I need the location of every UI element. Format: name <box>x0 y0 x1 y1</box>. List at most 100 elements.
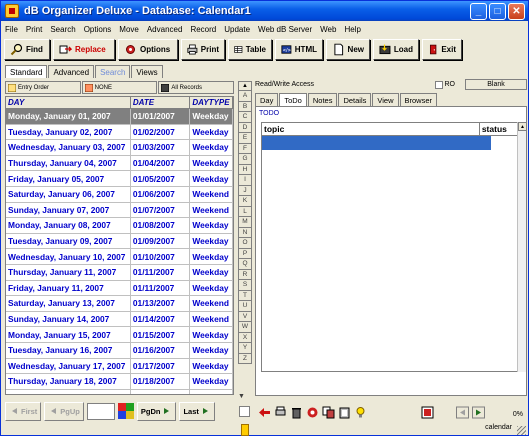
table-row[interactable]: Friday, January 11, 2007 01/11/2007 Weekda… <box>6 280 233 297</box>
table-row[interactable]: Monday, January 01, 2007 01/01/2007 Weekda… <box>6 109 233 125</box>
exit-button[interactable]: Exit <box>422 39 462 60</box>
todo-scrollbar[interactable]: ▲ <box>517 122 527 372</box>
table-row[interactable]: Wednesday, January 17, 2007 01/17/2007 Wee… <box>6 358 233 375</box>
back-arrow-icon[interactable] <box>258 406 271 419</box>
alpha-letter-u[interactable]: U <box>238 301 252 312</box>
tab-view[interactable]: View <box>372 93 399 106</box>
print-icon[interactable] <box>274 406 287 419</box>
alpha-scroll-up[interactable]: ▲ <box>238 81 252 91</box>
bookmark-icon[interactable] <box>241 424 249 436</box>
menu-web-db-server[interactable]: Web dB Server <box>254 25 316 34</box>
alpha-scroll-down-icon[interactable]: ▼ <box>238 393 250 401</box>
alpha-letter-r[interactable]: R <box>238 269 252 280</box>
report-icon[interactable] <box>421 406 434 419</box>
replace-button[interactable]: Replace <box>53 39 115 60</box>
table-button[interactable]: Table <box>228 39 272 60</box>
column-header-daytype[interactable]: DAYTYPE <box>190 97 233 108</box>
table-row[interactable]: Wednesday, January 03, 2007 01/03/2007 Wee… <box>6 140 233 156</box>
table-row[interactable]: Tuesday, January 09, 2007 01/09/2007 Weekd… <box>6 233 233 250</box>
menu-record[interactable]: Record <box>186 25 220 34</box>
table-row[interactable]: Friday, January 19, 200701/19/2007Weekda… <box>6 389 233 394</box>
prev-record-icon[interactable] <box>456 406 469 419</box>
alpha-letter-p[interactable]: P <box>238 248 252 259</box>
menu-search[interactable]: Search <box>46 25 79 34</box>
tab-standard[interactable]: Standard <box>5 65 48 78</box>
alpha-letter-f[interactable]: F <box>238 143 252 154</box>
colors-icon[interactable] <box>117 403 134 419</box>
menu-move[interactable]: Move <box>115 25 143 34</box>
alpha-letter-y[interactable]: Y <box>238 343 252 354</box>
tab-details[interactable]: Details <box>338 93 372 106</box>
menu-web[interactable]: Web <box>316 25 340 34</box>
next-record-icon[interactable] <box>472 406 485 419</box>
alpha-letter-m[interactable]: M <box>238 217 252 228</box>
menu-help[interactable]: Help <box>340 25 364 34</box>
alpha-letter-s[interactable]: S <box>238 280 252 291</box>
alpha-letter-e[interactable]: E <box>238 133 252 144</box>
alpha-letter-d[interactable]: D <box>238 122 252 133</box>
alpha-letter-h[interactable]: H <box>238 164 252 175</box>
record-jump-input[interactable] <box>86 402 115 420</box>
resize-grip[interactable] <box>517 426 526 435</box>
table-row[interactable]: Thursday, January 18, 2007 01/18/2007 Week… <box>6 374 233 390</box>
column-header-date[interactable]: DATE <box>131 97 191 108</box>
ro-checkbox[interactable] <box>434 80 443 89</box>
last-button[interactable]: Last <box>179 401 215 421</box>
first-button[interactable]: First <box>5 401 42 421</box>
table-row[interactable]: Monday, January 08, 2007 01/08/2007 Weekda… <box>6 218 233 234</box>
menu-file[interactable]: File <box>1 25 22 34</box>
options-button[interactable]: Options <box>118 39 178 60</box>
load-button[interactable]: Load <box>373 39 419 60</box>
html-button[interactable]: </> HTML <box>275 39 323 60</box>
tab-advanced[interactable]: Advanced <box>48 65 95 78</box>
table-row[interactable]: Sunday, January 07, 2007 01/07/2007 Weeken… <box>6 202 233 219</box>
alpha-letter-j[interactable]: J <box>238 185 252 196</box>
menu-options[interactable]: Options <box>80 25 116 34</box>
paste-icon[interactable] <box>338 406 351 419</box>
column-header-day[interactable]: DAY <box>6 97 131 108</box>
pgdn-button[interactable]: PgDn <box>136 401 177 421</box>
tab-views[interactable]: Views <box>131 65 163 78</box>
alpha-letter-b[interactable]: B <box>238 101 252 112</box>
minimize-button[interactable]: _ <box>470 2 487 20</box>
close-button[interactable]: ✕ <box>508 2 525 20</box>
alpha-letter-a[interactable]: A <box>238 91 252 102</box>
alpha-letter-q[interactable]: Q <box>238 259 252 270</box>
column-header-topic[interactable]: topic <box>262 123 480 135</box>
menu-print[interactable]: Print <box>22 25 46 34</box>
alpha-letter-o[interactable]: O <box>238 238 252 249</box>
pgup-button[interactable]: PgUp <box>44 401 84 421</box>
alpha-letter-w[interactable]: W <box>238 322 252 333</box>
maximize-button[interactable]: □ <box>489 2 506 20</box>
mark-checkbox[interactable] <box>239 406 250 417</box>
tab-browser[interactable]: Browser <box>399 93 438 106</box>
table-row[interactable]: Thursday, January 04, 2007 01/04/2007 Week… <box>6 155 233 172</box>
copy-icon[interactable] <box>322 406 335 419</box>
alpha-letter-c[interactable]: C <box>238 112 252 123</box>
entry-order-filter[interactable]: Entry Order <box>5 81 81 94</box>
alpha-letter-n[interactable]: N <box>238 227 252 238</box>
column-header-status[interactable]: status <box>480 123 518 135</box>
table-row[interactable]: Sunday, January 14, 2007 01/14/2007 Weeken… <box>6 311 233 328</box>
menu-advanced[interactable]: Advanced <box>143 25 187 34</box>
blank-button[interactable]: Blank <box>465 79 527 90</box>
alpha-letter-x[interactable]: X <box>238 332 252 343</box>
refresh-icon[interactable] <box>306 406 319 419</box>
title-bar[interactable]: dB Organizer Deluxe - Database: Calendar… <box>1 1 528 21</box>
table-row[interactable]: Tuesday, January 16, 2007 01/16/2007 Weekd… <box>6 342 233 359</box>
none-filter[interactable]: NONE <box>81 81 158 94</box>
alpha-letter-t[interactable]: T <box>238 290 252 301</box>
tab-day[interactable]: Day <box>255 93 279 106</box>
todo-row-selected[interactable] <box>262 136 491 150</box>
alpha-letter-g[interactable]: G <box>238 154 252 165</box>
alpha-letter-v[interactable]: V <box>238 311 252 322</box>
scroll-up-arrow[interactable]: ▲ <box>518 122 527 131</box>
alpha-letter-k[interactable]: K <box>238 196 252 207</box>
table-row[interactable]: Saturday, January 06, 2007 01/06/2007 Week… <box>6 186 233 203</box>
alpha-letter-l[interactable]: L <box>238 206 252 217</box>
alpha-letter-i[interactable]: I <box>238 175 252 186</box>
table-row[interactable]: Tuesday, January 02, 2007 01/02/2007 Weekd… <box>6 124 233 141</box>
table-row[interactable]: Wednesday, January 10, 2007 01/10/2007 Wee… <box>6 249 233 265</box>
alpha-letter-z[interactable]: Z <box>238 353 252 364</box>
table-row[interactable]: Monday, January 15, 2007 01/15/2007 Weekda… <box>6 327 233 343</box>
